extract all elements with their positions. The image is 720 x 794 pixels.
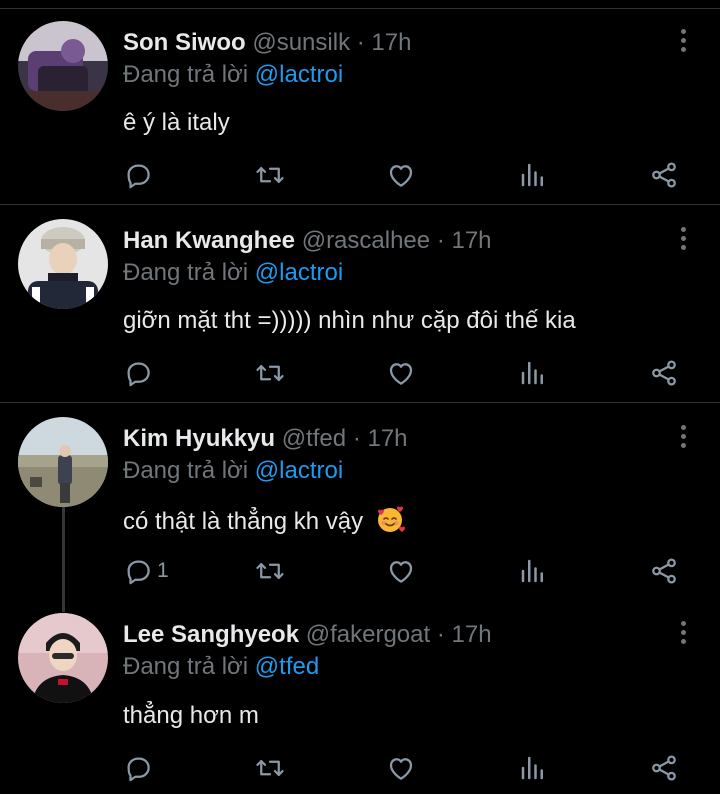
more-icon[interactable]	[670, 25, 696, 55]
handle[interactable]: @sunsilk	[252, 29, 350, 56]
views-button[interactable]	[518, 752, 548, 784]
dot-separator: ·	[436, 227, 445, 254]
retweet-icon	[255, 556, 285, 586]
reply-icon	[123, 556, 153, 586]
handle[interactable]: @tfed	[282, 425, 346, 452]
mention-link[interactable]: @lactroi	[255, 457, 343, 484]
tweet-card[interactable]: Lee Sanghyeok @fakergoat · 17h Đang trả …	[0, 599, 720, 794]
tweet-card[interactable]: Han Kwanghee @rascalhee · 17h Đang trả l…	[0, 205, 720, 403]
display-name[interactable]: Han Kwanghee	[123, 227, 295, 254]
replying-to: Đang trả lời @lactroi	[123, 258, 343, 288]
retweet-icon	[255, 160, 285, 190]
action-bar: 1	[123, 555, 683, 587]
reply-icon	[123, 358, 153, 388]
action-bar	[123, 752, 683, 784]
smiling-face-with-hearts-icon	[377, 506, 405, 532]
share-button[interactable]	[649, 752, 679, 784]
replying-to-label: Đang trả lời	[123, 259, 249, 286]
retweet-button[interactable]	[255, 752, 285, 784]
reply-button[interactable]: 1	[123, 555, 169, 587]
tweet-header: Lee Sanghyeok @fakergoat · 17h	[123, 620, 492, 650]
like-button[interactable]	[386, 555, 416, 587]
views-button[interactable]	[518, 357, 548, 389]
tweet-card[interactable]: Kim Hyukkyu @tfed · 17h Đang trả lời @la…	[0, 403, 720, 599]
avatar[interactable]	[18, 613, 108, 703]
views-button[interactable]	[518, 555, 548, 587]
like-button[interactable]	[386, 752, 416, 784]
mention-link[interactable]: @lactroi	[255, 61, 343, 88]
retweet-icon	[255, 358, 285, 388]
views-icon	[518, 160, 548, 190]
like-button[interactable]	[386, 357, 416, 389]
replying-to-label: Đang trả lời	[123, 653, 249, 680]
reply-icon	[123, 160, 153, 190]
action-bar	[123, 357, 683, 389]
reply-button[interactable]	[123, 357, 157, 389]
reply-count: 1	[157, 559, 169, 582]
like-icon	[386, 160, 416, 190]
retweet-button[interactable]	[255, 357, 285, 389]
views-icon	[518, 556, 548, 586]
views-button[interactable]	[518, 159, 548, 191]
views-icon	[518, 753, 548, 783]
share-icon	[649, 160, 679, 190]
like-button[interactable]	[386, 159, 416, 191]
dot-separator: ·	[436, 621, 445, 648]
more-icon[interactable]	[670, 421, 696, 451]
views-icon	[518, 358, 548, 388]
reply-button[interactable]	[123, 159, 157, 191]
reply-icon	[123, 753, 153, 783]
display-name[interactable]: Lee Sanghyeok	[123, 621, 299, 648]
like-icon	[386, 753, 416, 783]
action-bar	[123, 159, 683, 191]
display-name[interactable]: Son Siwoo	[123, 29, 246, 56]
dot-separator: ·	[352, 425, 361, 452]
replying-to-label: Đang trả lời	[123, 457, 249, 484]
more-icon[interactable]	[670, 617, 696, 647]
display-name[interactable]: Kim Hyukkyu	[123, 425, 275, 452]
timestamp[interactable]: 17h	[367, 425, 407, 452]
replying-to: Đang trả lời @tfed	[123, 652, 319, 682]
avatar[interactable]	[18, 21, 108, 111]
like-icon	[386, 358, 416, 388]
dot-separator: ·	[356, 29, 365, 56]
tweet-header: Han Kwanghee @rascalhee · 17h	[123, 226, 492, 256]
tweet-header: Kim Hyukkyu @tfed · 17h	[123, 424, 408, 454]
replying-to: Đang trả lời @lactroi	[123, 456, 343, 486]
avatar[interactable]	[18, 417, 108, 507]
reply-button[interactable]	[123, 752, 157, 784]
handle[interactable]: @rascalhee	[302, 227, 430, 254]
tweet-text: giỡn mặt tht =))))) nhìn như cặp đôi thế…	[123, 307, 576, 334]
replying-to-label: Đang trả lời	[123, 61, 249, 88]
handle[interactable]: @fakergoat	[306, 621, 430, 648]
replying-to: Đang trả lời @lactroi	[123, 60, 343, 90]
tweet-text-row: có thật là thẳng kh vậy	[123, 503, 406, 538]
like-icon	[386, 556, 416, 586]
share-icon	[649, 556, 679, 586]
more-icon[interactable]	[670, 223, 696, 253]
retweet-button[interactable]	[255, 159, 285, 191]
tweet-card[interactable]: Son Siwoo @sunsilk · 17h Đang trả lời @l…	[0, 0, 720, 205]
retweet-icon	[255, 753, 285, 783]
tweet-text: thẳng hơn m	[123, 702, 259, 729]
mention-link[interactable]: @tfed	[255, 653, 319, 680]
share-button[interactable]	[649, 357, 679, 389]
share-icon	[649, 753, 679, 783]
tweet-text: có thật là thẳng kh vậy	[123, 508, 364, 535]
tweet-header: Son Siwoo @sunsilk · 17h	[123, 28, 411, 58]
mention-link[interactable]: @lactroi	[255, 259, 343, 286]
share-button[interactable]	[649, 159, 679, 191]
timestamp[interactable]: 17h	[451, 227, 491, 254]
timestamp[interactable]: 17h	[452, 621, 492, 648]
avatar[interactable]	[18, 219, 108, 309]
timestamp[interactable]: 17h	[371, 29, 411, 56]
share-button[interactable]	[649, 555, 679, 587]
retweet-button[interactable]	[255, 555, 285, 587]
share-icon	[649, 358, 679, 388]
tweet-text: ê ý là italy	[123, 109, 230, 136]
